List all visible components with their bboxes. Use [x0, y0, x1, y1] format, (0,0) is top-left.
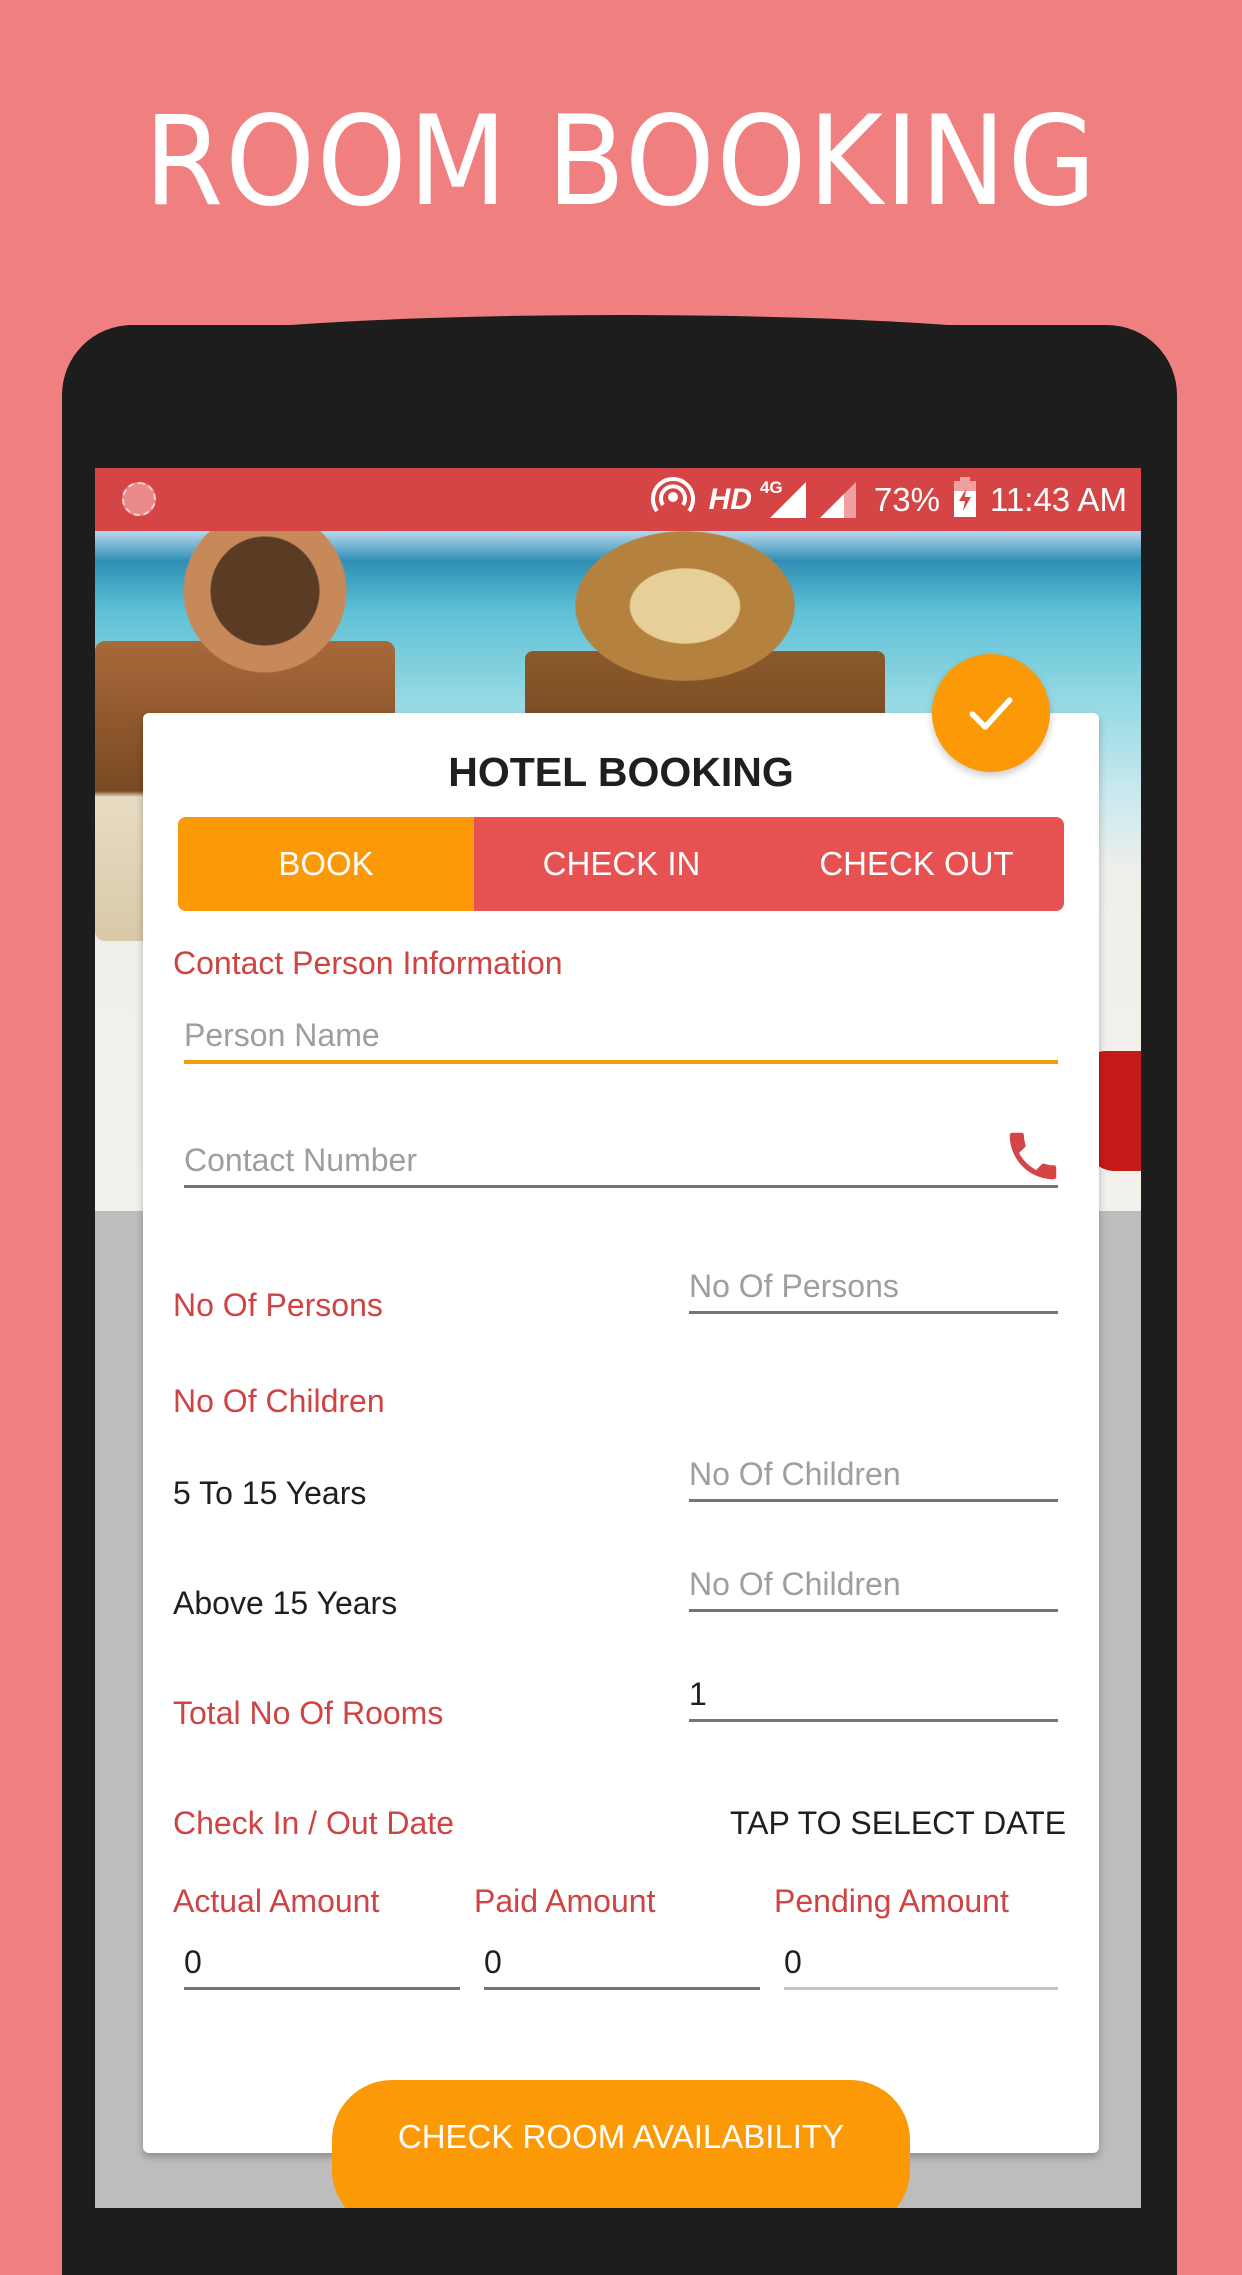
app-screen: HD 4G 73% 11:43 AM HOTEL BOOKING BOOK CH: [95, 468, 1141, 2208]
contact-number-placeholder: Contact Number: [184, 1142, 417, 1178]
rooms-input[interactable]: 1: [689, 1669, 1058, 1722]
rooms-value: 1: [689, 1676, 707, 1712]
signal-icon: [819, 481, 860, 518]
loading-spinner-icon: [122, 482, 156, 516]
check-room-availability-button[interactable]: CHECK ROOM AVAILABILITY: [332, 2080, 910, 2208]
pending-amount-label: Pending Amount: [774, 1883, 1009, 1919]
person-name-input[interactable]: Person Name: [184, 1010, 1058, 1064]
children-5-15-input[interactable]: No Of Children: [689, 1449, 1058, 1502]
signal-4g-icon: 4G: [760, 478, 806, 518]
phone-icon[interactable]: [1002, 1125, 1064, 1187]
battery-charging-icon: [954, 477, 977, 522]
persons-input[interactable]: No Of Persons: [689, 1261, 1058, 1314]
clock: 11:43 AM: [990, 480, 1127, 518]
pending-amount-input[interactable]: 0: [784, 1937, 1058, 1990]
person-image: [165, 531, 365, 681]
confirm-fab-button[interactable]: [932, 654, 1050, 772]
rooms-label: Total No Of Rooms: [173, 1695, 444, 1731]
paid-amount-value: 0: [484, 1944, 502, 1980]
dates-label: Check In / Out Date: [173, 1805, 455, 1841]
promo-title: ROOM BOOKING: [144, 90, 1098, 234]
contact-number-input[interactable]: Contact Number: [184, 1132, 1058, 1188]
children-section-label: No Of Children: [173, 1383, 385, 1419]
actual-amount-input[interactable]: 0: [184, 1937, 460, 1990]
children-5-15-label: 5 To 15 Years: [173, 1475, 367, 1511]
actual-amount-label: Actual Amount: [173, 1883, 380, 1919]
persons-placeholder: No Of Persons: [689, 1268, 899, 1304]
hat-image: [575, 531, 795, 681]
status-bar: HD 4G 73% 11:43 AM: [95, 468, 1141, 531]
person-name-placeholder: Person Name: [184, 1017, 380, 1053]
children-above-15-placeholder: No Of Children: [689, 1566, 901, 1602]
select-date-button[interactable]: TAP TO SELECT DATE: [730, 1805, 1066, 1842]
checkmark-icon: [969, 697, 1013, 730]
children-above-15-input[interactable]: No Of Children: [689, 1559, 1058, 1612]
battery-percent: 73%: [873, 480, 941, 518]
tab-book[interactable]: BOOK: [178, 817, 474, 911]
tab-check-in[interactable]: CHECK IN: [474, 817, 769, 911]
booking-card: HOTEL BOOKING BOOK CHECK IN CHECK OUT Co…: [143, 713, 1099, 2153]
actual-amount-value: 0: [184, 1944, 202, 1980]
hotspot-icon: [650, 475, 695, 524]
tab-check-out[interactable]: CHECK OUT: [769, 817, 1064, 911]
children-5-15-placeholder: No Of Children: [689, 1456, 901, 1492]
booking-tabs: BOOK CHECK IN CHECK OUT: [178, 817, 1064, 911]
paid-amount-input[interactable]: 0: [484, 1937, 760, 1990]
pending-amount-value: 0: [784, 1944, 802, 1980]
contact-section-label: Contact Person Information: [173, 945, 563, 981]
persons-label: No Of Persons: [173, 1287, 383, 1323]
paid-amount-label: Paid Amount: [474, 1883, 656, 1919]
children-above-15-label: Above 15 Years: [173, 1585, 398, 1621]
hd-indicator: HD: [708, 482, 752, 516]
